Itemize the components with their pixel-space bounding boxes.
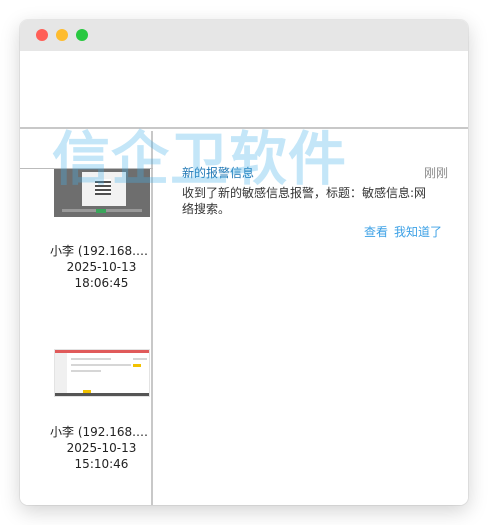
alert-title: 新的报警信息: [182, 166, 255, 180]
acknowledge-alert-link[interactable]: 我知道了: [394, 225, 442, 239]
screenshot-time: 15:10:46: [74, 457, 129, 471]
screenshot-date: 2025-10-13: [66, 441, 137, 455]
toolbar-area: [20, 51, 468, 129]
screenshot-thumbnail[interactable]: [54, 169, 150, 217]
screenshot-list: 小李 (192.168.1... 2025-10-13 18:06:45 小李 …: [20, 131, 153, 505]
screenshot-time: 18:06:45: [74, 276, 129, 290]
view-alert-link[interactable]: 查看: [364, 225, 388, 239]
screenshot-thumbnail[interactable]: [54, 349, 150, 397]
alert-message: 收到了新的敏感信息报警，标题：敏感信息:网络搜索。: [182, 186, 427, 216]
alert-actions: 查看 我知道了: [358, 224, 442, 240]
minimize-window-button[interactable]: [56, 29, 68, 41]
screenshot-user: 小李 (192.168.1...: [50, 244, 153, 258]
close-window-button[interactable]: [36, 29, 48, 41]
screenshot-date: 2025-10-13: [66, 260, 137, 274]
window-titlebar: [20, 20, 468, 51]
alert-time: 刚刚: [423, 166, 448, 180]
screenshot-user: 小李 (192.168.1...: [50, 425, 153, 439]
maximize-window-button[interactable]: [76, 29, 88, 41]
app-window: 小李 (192.168.1... 2025-10-13 18:06:45 小李 …: [20, 20, 468, 505]
alert-panel: 新的报警信息 刚刚 收到了新的敏感信息报警，标题：敏感信息:网络搜索。 查看 我知…: [155, 131, 468, 505]
